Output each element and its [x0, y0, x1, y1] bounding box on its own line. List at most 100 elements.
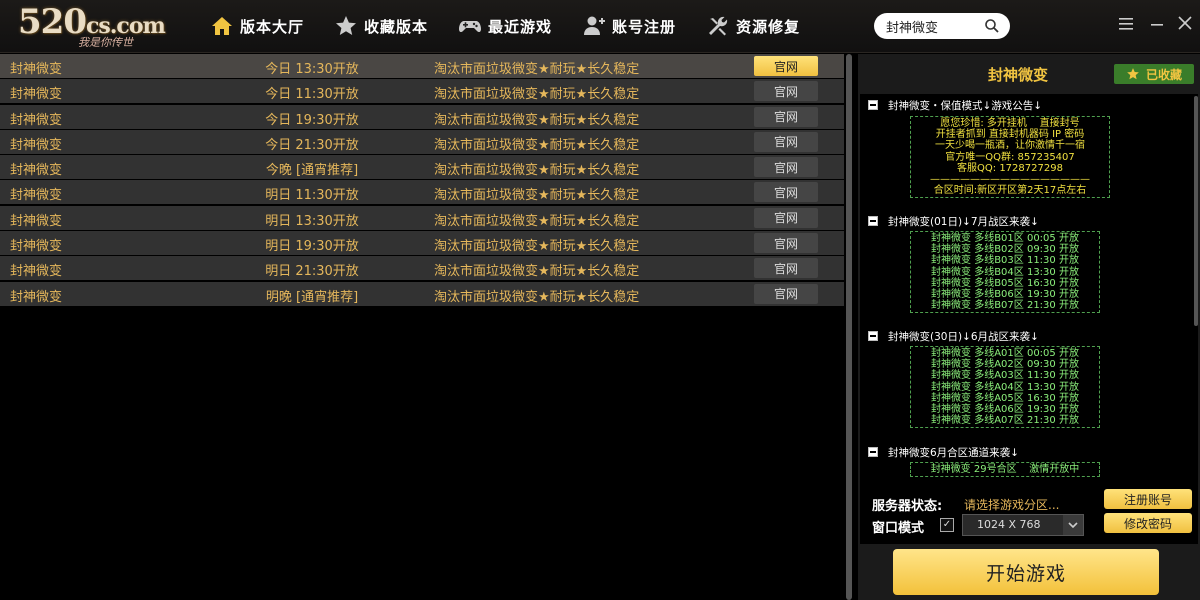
collapse-icon[interactable] [868, 331, 878, 341]
server-description: 淘汰市面垃圾微变★耐玩★长久稳定 [434, 87, 640, 103]
notice-line: 封神微变 多线B04区 13:30 开放 [931, 266, 1079, 278]
notice-line: 封神微变 多线A02区 09:30 开放 [931, 359, 1079, 371]
table-row[interactable]: 封神微变 明日 13:30开放 淘汰市面垃圾微变★耐玩★长久稳定 官网 [0, 205, 844, 230]
list-scrollbar[interactable] [846, 54, 852, 600]
minimize-icon[interactable] [1150, 18, 1164, 32]
server-description: 淘汰市面垃圾微变★耐玩★长久稳定 [434, 239, 640, 255]
notice-section-header[interactable]: 封神微变・保值模式↓游戏公告↓ [868, 98, 1042, 113]
notice-box: 愿您珍惜: 多开挂机 直接封号 开挂者抓到 直接封机器码 IP 密码 一天少喝一… [910, 116, 1110, 199]
official-site-button[interactable]: 官网 [754, 182, 818, 203]
server-name: 封神微变 [10, 62, 63, 77]
table-row[interactable]: 封神微变 今日 19:30开放 淘汰市面垃圾微变★耐玩★长久稳定 官网 [0, 104, 844, 129]
start-game-button[interactable]: 开始游戏 [893, 549, 1159, 595]
notice-line: 封神微变 多线B01区 00:05 开放 [931, 233, 1079, 244]
table-row[interactable]: 封神微变 今晚 [通宵推荐] 淘汰市面垃圾微变★耐玩★长久稳定 官网 [0, 155, 844, 180]
notice-section-title: 封神微变(30日)↓6月战区来袭↓ [888, 331, 1039, 343]
register-account-button[interactable]: 注册账号 [1104, 489, 1192, 509]
notice-line: 封神微变 多线A04区 13:30 开放 [931, 381, 1079, 393]
resolution-value: 1024 X 768 [977, 518, 1041, 531]
nav-favorites[interactable]: 收藏版本 [334, 0, 428, 52]
nav-label: 资源修复 [736, 17, 801, 36]
server-open-time: 明晚 [通宵推荐] [265, 289, 359, 305]
table-row[interactable]: 封神微变 明日 11:30开放 淘汰市面垃圾微变★耐玩★长久稳定 官网 [0, 180, 844, 205]
notice-scrollbar[interactable] [1194, 96, 1198, 326]
table-row[interactable]: 封神微变 明日 21:30开放 淘汰市面垃圾微变★耐玩★长久稳定 官网 [0, 256, 844, 281]
table-row[interactable]: 封神微变 明晚 [通宵推荐] 淘汰市面垃圾微变★耐玩★长久稳定 官网 [0, 281, 844, 306]
official-site-button[interactable]: 官网 [754, 157, 818, 178]
server-name: 封神微变 [10, 213, 63, 229]
nav-version-hall[interactable]: 版本大厅 [210, 0, 304, 52]
server-name: 封神微变 [10, 239, 63, 255]
window-mode-checkbox[interactable]: ✓ [940, 518, 954, 532]
menu-icon[interactable] [1118, 16, 1134, 32]
search-input[interactable] [886, 16, 984, 36]
user-icon [584, 16, 606, 35]
server-name: 封神微变 [10, 112, 63, 128]
wrench-icon [709, 16, 728, 36]
notice-line: 开挂者抓到 直接封机器码 IP 密码 [935, 129, 1085, 141]
notice-section-header[interactable]: 封神微变6月合区通道来袭↓ [868, 445, 1019, 460]
gamepad-icon [459, 21, 482, 33]
collapse-icon[interactable] [868, 216, 878, 226]
server-name: 封神微变 [10, 163, 63, 179]
official-site-button[interactable]: 官网 [754, 207, 818, 228]
server-open-time: 明日 13:30开放 [265, 213, 359, 229]
table-row[interactable]: 封神微变 今日 13:30开放 淘汰市面垃圾微变★耐玩★长久稳定 官网 [0, 54, 844, 78]
star-icon [1127, 68, 1139, 80]
search-icon[interactable] [984, 18, 1000, 34]
official-site-button[interactable]: 官网 [754, 131, 818, 152]
server-name: 封神微变 [10, 264, 63, 280]
window-mode-label: 窗口模式 [872, 521, 925, 536]
notice-section-title: 封神微变(01日)↓7月战区来袭↓ [888, 216, 1039, 228]
server-description: 淘汰市面垃圾微变★耐玩★长久稳定 [434, 137, 640, 153]
star-icon [336, 16, 357, 35]
notice-line: 封神微变 多线A07区 21:30 开放 [931, 415, 1079, 427]
notice-line: 封神微变 多线A06区 19:30 开放 [931, 404, 1079, 416]
close-icon[interactable] [1178, 16, 1192, 30]
logo: 520cs.com 我是你传世 [18, 2, 193, 50]
server-name: 封神微变 [10, 87, 63, 103]
nav-account-register[interactable]: 账号注册 [582, 0, 676, 52]
server-description: 淘汰市面垃圾微变★耐玩★长久稳定 [434, 264, 640, 280]
nav-recent-games[interactable]: 最近游戏 [458, 0, 552, 52]
server-description: 淘汰市面垃圾微变★耐玩★长久稳定 [434, 289, 640, 305]
notice-line: 封神微变 多线B03区 11:30 开放 [931, 255, 1079, 267]
server-status-label: 服务器状态: [872, 499, 943, 514]
notice-line: 合区时间:新区开区第2天17点左右 [933, 185, 1087, 197]
favorited-button[interactable]: 已收藏 [1114, 64, 1194, 84]
table-row[interactable]: 封神微变 今日 21:30开放 淘汰市面垃圾微变★耐玩★长久稳定 官网 [0, 129, 844, 154]
notice-section-header[interactable]: 封神微变(30日)↓6月战区来袭↓ [868, 329, 1039, 344]
dropdown-arrow[interactable] [1063, 515, 1083, 535]
notice-section-header[interactable]: 封神微变(01日)↓7月战区来袭↓ [868, 214, 1039, 229]
notice-line: 封神微变 多线B02区 09:30 开放 [931, 244, 1079, 256]
server-open-time: 今日 21:30开放 [265, 137, 359, 153]
notice-line: ———————————————— [930, 174, 1090, 186]
server-description: 淘汰市面垃圾微变★耐玩★长久稳定 [434, 213, 640, 229]
resolution-select[interactable]: 1024 X 768 [962, 514, 1084, 536]
change-password-button[interactable]: 修改密码 [1104, 513, 1192, 533]
official-site-button[interactable]: 官网 [754, 233, 818, 254]
server-detail-panel: 封神微变 已收藏 封神微变・保值模式↓游戏公告↓ 愿您珍惜: 多开挂机 直接封号… [858, 54, 1200, 600]
notice-line: 封神微变 多线B06区 19:30 开放 [931, 289, 1079, 301]
official-site-button[interactable]: 官网 [754, 283, 818, 304]
table-row[interactable]: 封神微变 今日 11:30开放 淘汰市面垃圾微变★耐玩★长久稳定 官网 [0, 79, 844, 104]
collapse-icon[interactable] [868, 100, 878, 110]
notice-box: 封神微变 多线B01区 00:05 开放 封神微变 多线B02区 09:30 开… [910, 231, 1100, 314]
title-bar: 520cs.com 我是你传世 版本大厅 收藏版本 最近游戏 账号注册 资源修复 [0, 0, 1200, 53]
server-name: 封神微变 [10, 289, 63, 305]
chevron-down-icon [1068, 522, 1078, 529]
table-row[interactable]: 封神微变 明日 19:30开放 淘汰市面垃圾微变★耐玩★长久稳定 官网 [0, 231, 844, 256]
official-site-button[interactable]: 官网 [754, 56, 818, 76]
official-site-button[interactable]: 官网 [754, 258, 818, 279]
notice-board[interactable]: 封神微变・保值模式↓游戏公告↓ 愿您珍惜: 多开挂机 直接封号 开挂者抓到 直接… [860, 94, 1198, 544]
collapse-icon[interactable] [868, 447, 878, 457]
search-box [874, 13, 1010, 39]
official-site-button[interactable]: 官网 [754, 106, 818, 127]
nav-resource-repair[interactable]: 资源修复 [706, 0, 800, 52]
notice-line: 封神微变 多线A03区 11:30 开放 [931, 370, 1079, 382]
logo-tagline: 我是你传世 [78, 36, 133, 49]
notice-line: 官方唯一QQ群: 857235407 [945, 151, 1075, 163]
official-site-button[interactable]: 官网 [754, 81, 818, 102]
notice-line: 封神微变 多线A05区 16:30 开放 [931, 392, 1079, 404]
server-open-time: 今日 11:30开放 [265, 87, 359, 103]
